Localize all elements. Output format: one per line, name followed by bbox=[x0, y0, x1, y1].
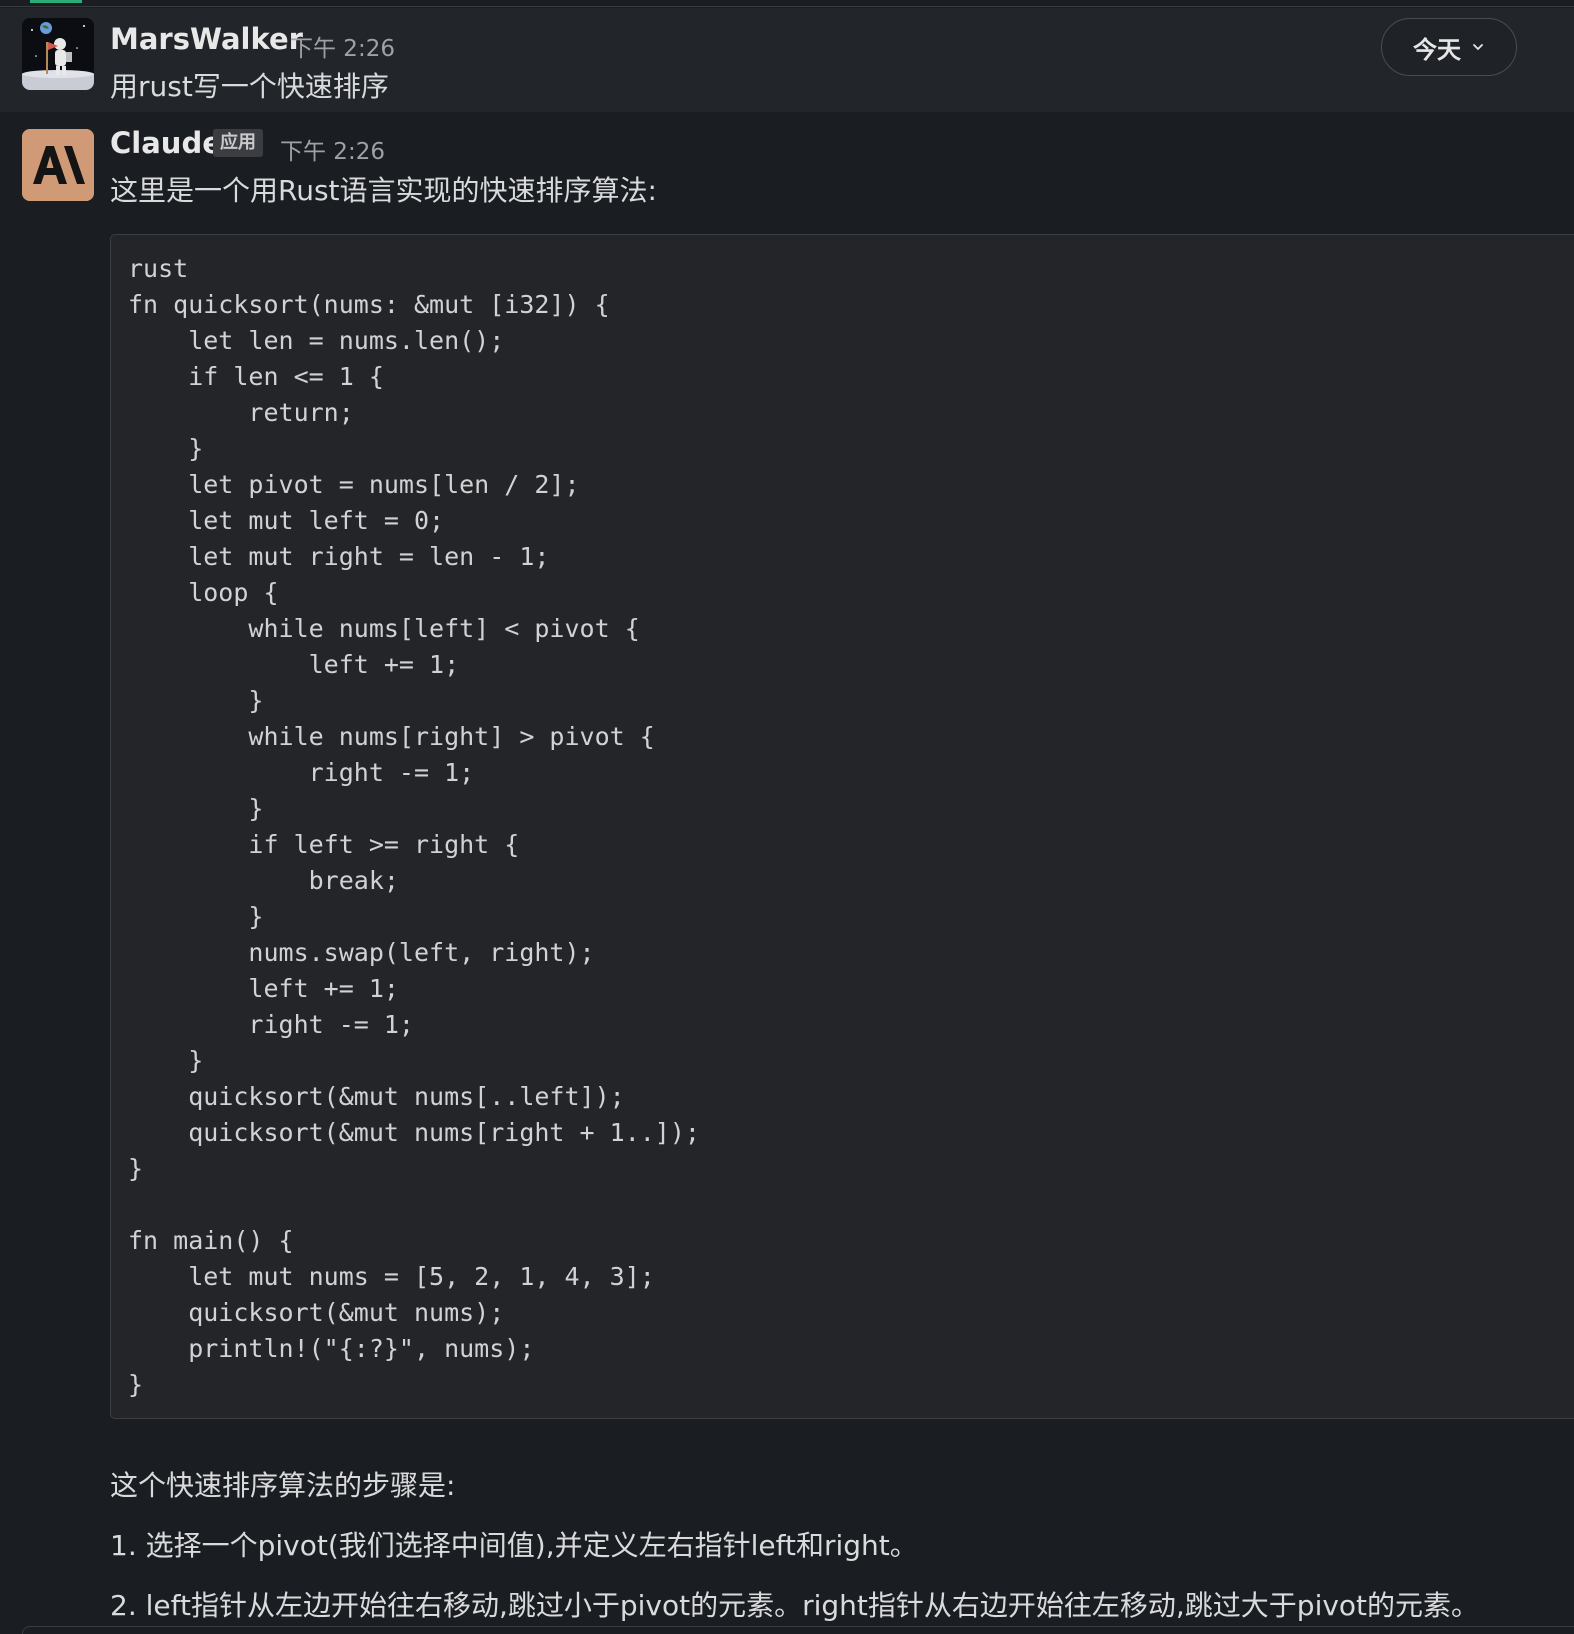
active-indicator bbox=[30, 0, 82, 3]
code-content: rust fn quicksort(nums: &mut [i32]) { le… bbox=[128, 254, 700, 1399]
author-name[interactable]: MarsWalker bbox=[110, 22, 303, 56]
message-text: 用rust写一个快速排序 bbox=[110, 70, 389, 103]
message-composer-edge[interactable] bbox=[22, 1626, 1574, 1634]
message-timestamp[interactable]: 下午 2:26 bbox=[290, 29, 395, 63]
step-item: 2. left指针从左边开始往右移动,跳过小于pivot的元素。right指针从… bbox=[110, 1589, 1480, 1622]
author-name[interactable]: Claude bbox=[110, 126, 222, 160]
message-intro-text: 这里是一个用Rust语言实现的快速排序算法: bbox=[110, 174, 657, 207]
step-item: 1. 选择一个pivot(我们选择中间值),并定义左右指针left和right。 bbox=[110, 1529, 918, 1562]
avatar-marswalker[interactable] bbox=[22, 18, 94, 90]
top-divider bbox=[0, 0, 1574, 7]
date-jump-button[interactable]: 今天 bbox=[1381, 18, 1517, 76]
anthropic-logo-icon bbox=[22, 129, 94, 201]
message-timestamp[interactable]: 下午 2:26 bbox=[280, 132, 385, 166]
date-label: 今天 bbox=[1413, 35, 1461, 64]
chevron-down-icon bbox=[1473, 44, 1483, 50]
avatar-claude[interactable] bbox=[22, 129, 94, 201]
astronaut-avatar-icon bbox=[22, 18, 94, 90]
steps-heading: 这个快速排序算法的步骤是: bbox=[110, 1469, 456, 1502]
app-badge: 应用 bbox=[213, 129, 263, 157]
code-block[interactable]: rust fn quicksort(nums: &mut [i32]) { le… bbox=[110, 234, 1574, 1419]
